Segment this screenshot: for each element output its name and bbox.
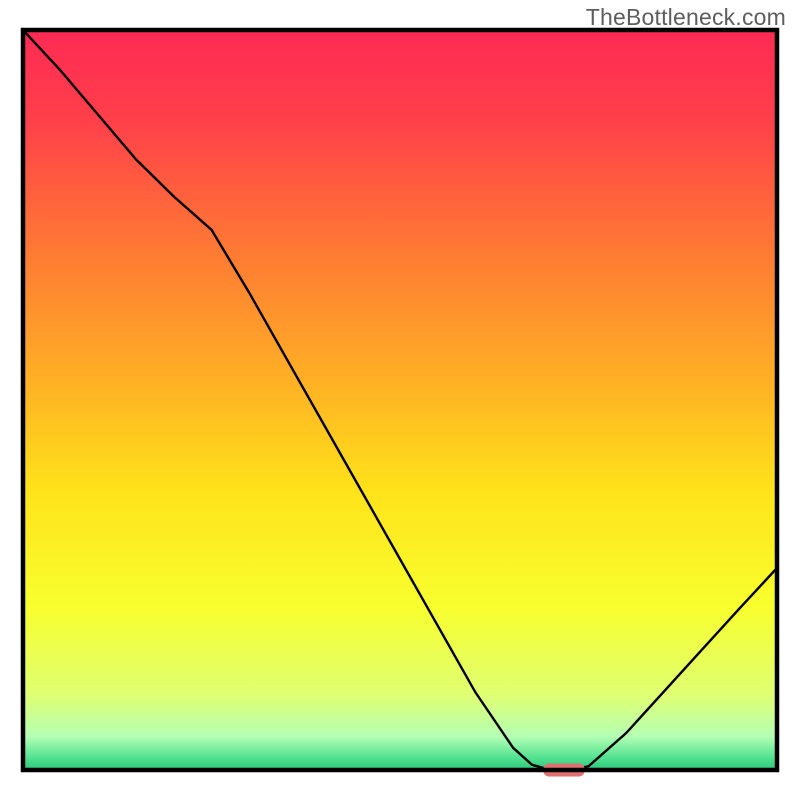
- chart-container: { "watermark": "TheBottleneck.com", "cha…: [0, 0, 800, 800]
- bottleneck-chart: [0, 0, 800, 800]
- watermark-text: TheBottleneck.com: [586, 4, 786, 31]
- gradient-background: [23, 30, 777, 770]
